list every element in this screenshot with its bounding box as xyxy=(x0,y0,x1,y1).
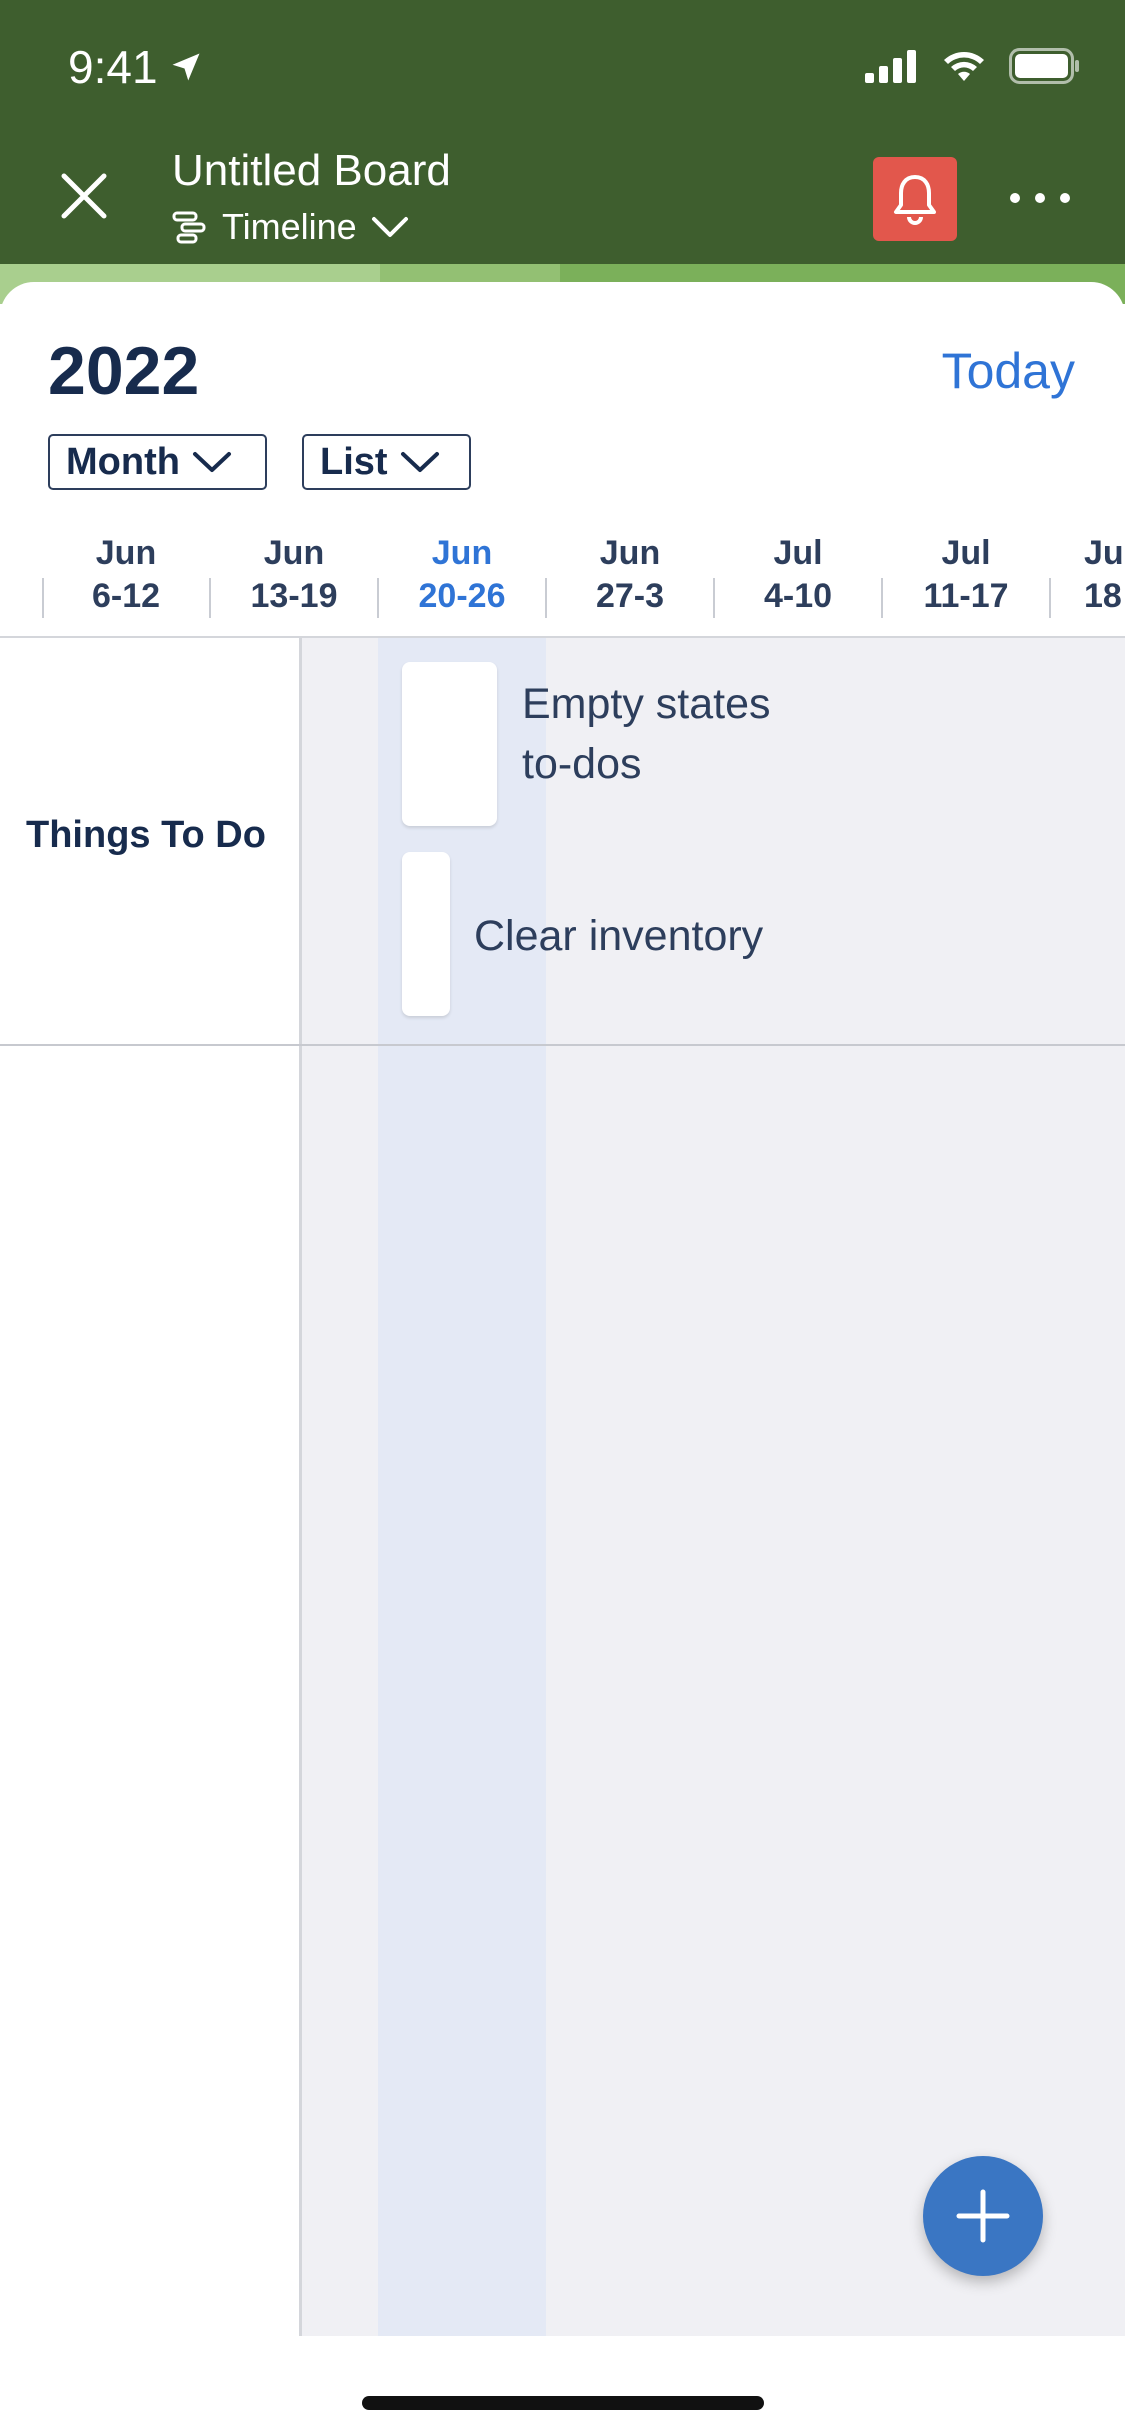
week-month: Jun xyxy=(599,534,661,572)
plus-icon xyxy=(956,2189,1010,2243)
week-column-header-current[interactable]: Jun 20-26 xyxy=(378,532,546,618)
group-dropdown[interactable]: List xyxy=(302,434,471,490)
week-header: Jun 6-12 Jun 13-19 Jun 20-26 Jun 27-3 Ju… xyxy=(0,532,1125,618)
week-divider xyxy=(881,578,883,618)
notifications-button[interactable] xyxy=(873,157,957,241)
close-button[interactable] xyxy=(56,168,112,224)
status-indicators xyxy=(865,48,1081,84)
week-column-header[interactable]: Jun 27-3 xyxy=(546,532,714,618)
week-month: Jun xyxy=(431,534,493,572)
card-title-line: Empty states xyxy=(522,680,771,728)
timeline-sheet: 2022 Today Month List Jun 6-12 Jun 13-19… xyxy=(0,282,1125,2436)
board-title[interactable]: Untitled Board xyxy=(172,146,451,196)
week-divider xyxy=(713,578,715,618)
view-switcher[interactable]: Timeline xyxy=(172,206,409,248)
more-button[interactable] xyxy=(1010,180,1070,216)
status-time-text: 9:41 xyxy=(68,41,158,93)
card-title-line: to-dos xyxy=(522,740,642,788)
week-divider xyxy=(377,578,379,618)
chevron-down-icon xyxy=(371,217,408,237)
chevron-down-icon xyxy=(192,452,231,472)
bell-icon xyxy=(894,175,936,225)
week-range: 18 xyxy=(1084,577,1122,615)
lane-title[interactable]: Things To Do xyxy=(26,814,266,857)
today-button[interactable]: Today xyxy=(942,342,1075,400)
week-divider xyxy=(42,578,44,618)
week-divider xyxy=(1049,578,1051,618)
timeline-card[interactable] xyxy=(402,852,450,1016)
location-arrow-icon xyxy=(172,53,200,81)
view-label: Timeline xyxy=(222,206,357,247)
week-range: 13-19 xyxy=(250,577,338,615)
week-column-header[interactable]: Jul 4-10 xyxy=(714,532,882,618)
more-icon-dot xyxy=(1060,193,1070,203)
week-month: Jul xyxy=(773,534,823,572)
week-column-header[interactable]: Jul 18 xyxy=(1050,532,1125,618)
week-column-header[interactable]: Jun 6-12 xyxy=(42,532,210,618)
year-label: 2022 xyxy=(48,333,200,409)
week-column-header[interactable]: Jun 13-19 xyxy=(210,532,378,618)
status-time: 9:41 xyxy=(68,40,204,94)
app-header: 9:41 Untitled Board Timeline xyxy=(0,0,1125,264)
chevron-down-icon xyxy=(400,452,439,472)
close-icon xyxy=(61,173,107,219)
week-month: Jun xyxy=(263,534,325,572)
week-month: Jul xyxy=(1084,534,1125,572)
week-month: Jul xyxy=(941,534,991,572)
lane-divider xyxy=(0,1044,1125,1046)
card-title[interactable]: Empty states to-dos xyxy=(522,674,771,794)
week-range: 20-26 xyxy=(418,577,506,615)
scale-dropdown-label: Month xyxy=(66,440,180,483)
week-column-header[interactable]: Jul 11-17 xyxy=(882,532,1050,618)
timeline-card[interactable] xyxy=(402,662,497,826)
lane-column: Things To Do xyxy=(0,638,302,2336)
week-range: 4-10 xyxy=(763,577,833,615)
week-range: 6-12 xyxy=(91,577,161,615)
signal-icon xyxy=(865,50,916,83)
home-indicator[interactable] xyxy=(362,2396,764,2410)
scale-dropdown[interactable]: Month xyxy=(48,434,267,490)
card-title[interactable]: Clear inventory xyxy=(474,906,763,966)
timeline-icon xyxy=(172,211,206,244)
week-divider xyxy=(545,578,547,618)
week-divider xyxy=(209,578,211,618)
more-icon xyxy=(1010,193,1020,203)
more-icon-dot xyxy=(1035,193,1045,203)
week-range: 27-3 xyxy=(595,577,665,615)
timeline-grid[interactable]: Things To Do Empty states to-dos Clear i… xyxy=(0,638,1125,2336)
week-range: 11-17 xyxy=(923,577,1009,615)
week-month: Jun xyxy=(95,534,157,572)
group-dropdown-label: List xyxy=(320,440,388,483)
add-card-button[interactable] xyxy=(923,2156,1043,2276)
battery-icon xyxy=(1009,48,1079,84)
wifi-icon xyxy=(944,52,984,81)
